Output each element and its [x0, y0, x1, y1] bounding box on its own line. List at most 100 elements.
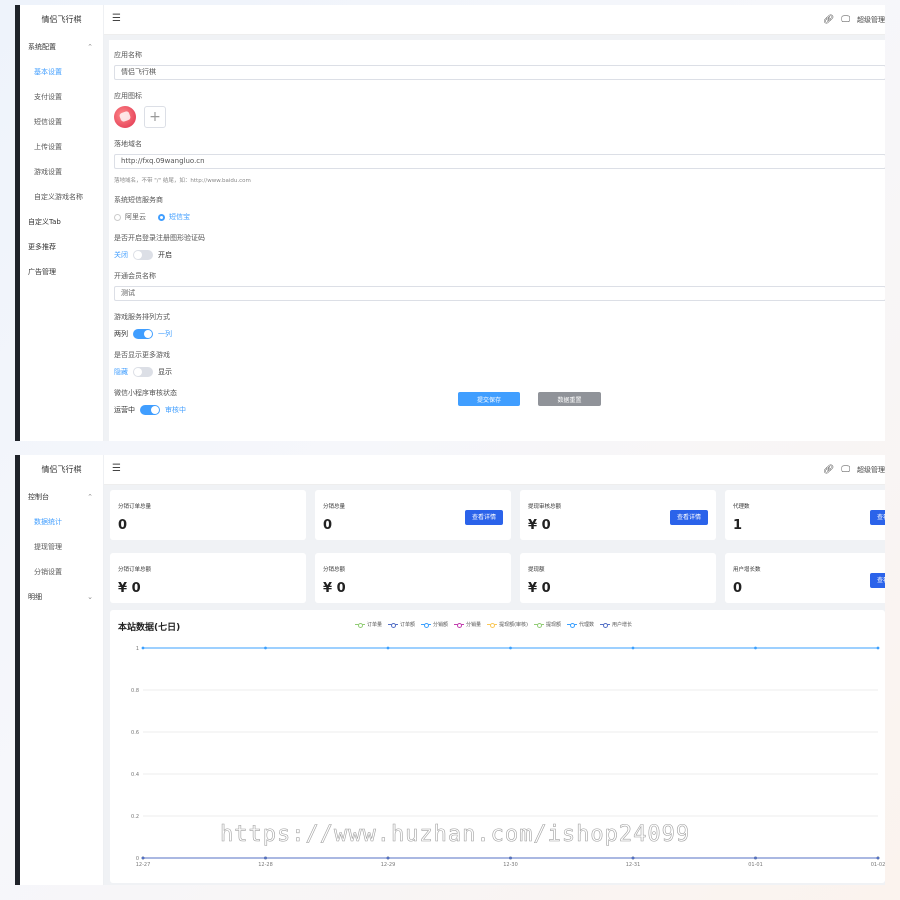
monitor-icon[interactable]: 🖵	[841, 465, 850, 475]
layout-switch[interactable]	[133, 329, 153, 339]
captcha-on-label: 开启	[158, 251, 172, 259]
more-off-label: 隐藏	[114, 368, 128, 376]
more-games-switch[interactable]	[133, 367, 153, 377]
domain-hint: 落地域名，不带 "/" 结尾，如：http://www.baidu.com	[114, 178, 251, 184]
stat-card-title: 分销订单总额	[118, 567, 152, 573]
menu-toggle-icon[interactable]: ☰	[112, 13, 121, 24]
captcha-off-label: 关闭	[114, 251, 128, 259]
app-name-input[interactable]: 情侣飞行棋	[114, 65, 885, 80]
topbar: ☰ 🔗︎ 🖵 超级管理	[104, 5, 885, 35]
stat-card-value: ¥ 0	[118, 581, 141, 596]
data-point	[141, 646, 145, 650]
domain-input[interactable]: http://fxq.09wangluo.cn	[114, 154, 885, 169]
sidebar-item[interactable]: 上传设置	[20, 135, 103, 160]
sidebar-item-label: 游戏设置	[34, 168, 62, 176]
data-point	[141, 856, 145, 860]
stat-card-value: 0	[733, 581, 743, 596]
sidebar-item[interactable]: 分销设置	[20, 560, 103, 585]
link-icon[interactable]: 🔗︎	[823, 15, 834, 25]
view-details-button[interactable]: 查看详情	[669, 510, 708, 525]
sms-provider-label: 系统短信服务商	[114, 196, 163, 204]
data-point	[386, 856, 390, 860]
sidebar-item[interactable]: 数据统计	[20, 510, 103, 535]
sidebar-item[interactable]: 支付设置	[20, 85, 103, 110]
settings-menu: 系统配置 ⌃ 基本设置 支付设置 短信设置 上传设置游戏设置自定义游戏名称自定义Tab 更多…	[20, 35, 103, 285]
data-point	[386, 646, 390, 650]
sidebar-item-label: 自定义游戏名称	[34, 193, 83, 201]
sidebar-item-label: 系统配置	[28, 43, 56, 51]
sidebar-item[interactable]: 游戏设置	[20, 160, 103, 185]
monitor-icon[interactable]: 🖵	[841, 15, 850, 25]
radio-smsbao[interactable]: 短信宝	[158, 212, 190, 222]
sidebar-item[interactable]: 更多推荐	[20, 235, 103, 260]
submit-save-button[interactable]: 提交保存	[458, 392, 520, 406]
y-tick-label: 0.6	[131, 730, 139, 736]
x-tick-label: 12-28	[258, 862, 273, 868]
data-point	[264, 646, 267, 650]
stat-card-value: 0	[118, 518, 128, 533]
stat-card: 分销总额 ¥ 0	[315, 553, 511, 603]
more-on-label: 显示	[158, 368, 172, 376]
member-name-label: 开通会员名称	[114, 272, 156, 280]
stat-card-title: 提现额	[528, 567, 545, 573]
captcha-switch-row: 关闭 开启	[114, 250, 885, 260]
sidebar-item-label: 自定义Tab	[28, 218, 61, 226]
settings-sidebar: 情侣飞行棋 系统配置 ⌃ 基本设置 支付设置 短信设置 上传设置 游戏设置 自定义游戏名称 自定…	[20, 5, 104, 441]
sidebar-item[interactable]: 自定义Tab	[20, 210, 103, 235]
reset-data-button[interactable]: 数据重置	[538, 392, 601, 406]
sidebar-item-label: 广告管理	[28, 268, 56, 276]
stat-cards: 分销订单总量0 分销总量 0 查看详情 提现审核总额 ¥ 0 查看详情 代理数1查看详分销订单…	[110, 490, 885, 603]
radio-aliyun[interactable]: 阿里云	[114, 212, 146, 222]
sidebar-item[interactable]: 系统配置 ⌃	[20, 35, 103, 60]
data-point	[509, 856, 512, 860]
view-details-button[interactable]: 查看详情	[464, 510, 503, 525]
stat-card-title: 代理数	[733, 504, 750, 510]
review-right-label: 审核中	[165, 406, 186, 414]
sidebar-item[interactable]: 明细 ⌄	[20, 585, 103, 610]
sidebar-item[interactable]: 提现管理	[20, 535, 103, 560]
topbar: ☰ 🔗︎ 🖵 超级管理	[104, 455, 885, 485]
app-brand: 情侣飞行棋	[41, 465, 82, 474]
stat-card-value: ¥ 0	[528, 581, 551, 596]
radio-aliyun-label: 阿里云	[125, 213, 146, 221]
data-point	[264, 856, 267, 860]
stat-card: 分销订单总量 0	[110, 490, 306, 540]
dashboard-menu: 控制台 ⌃ 数据统计提现管理分销设置明细 ⌄	[20, 485, 103, 610]
upload-icon-button[interactable]: +	[144, 106, 166, 128]
topbar-actions: 🔗︎ 🖵 超级管理	[823, 5, 885, 35]
sidebar-item[interactable]: 控制台 ⌃	[20, 485, 103, 510]
app-name-label: 应用名称	[114, 51, 142, 59]
y-tick-label: 1	[136, 646, 139, 652]
y-tick-label: 0.8	[131, 688, 139, 694]
dashboard-sidebar: 情侣飞行棋 控制台 ⌃ 数据统计提现管理分销设置明细 ⌄	[20, 455, 104, 885]
x-tick-label: 12-27	[136, 862, 151, 868]
sidebar-item-label: 分销设置	[34, 568, 62, 576]
stat-card-title: 用户增长数	[733, 567, 761, 573]
stat-card: 代理数 1 查看详	[725, 490, 885, 540]
app-icon-image	[114, 106, 136, 128]
sidebar-item[interactable]: 短信设置	[20, 110, 103, 135]
user-menu[interactable]: 超级管理	[857, 15, 885, 25]
x-tick-label: 12-29	[381, 862, 396, 868]
sidebar-item[interactable]: 广告管理	[20, 260, 103, 285]
sidebar-item-label: 提现管理	[34, 543, 62, 551]
x-tick-label: 01-02	[871, 862, 885, 868]
settings-window: 情侣飞行棋 系统配置 ⌃ 基本设置 支付设置 短信设置 上传设置游戏设置自定义游戏名称自定…	[15, 5, 885, 441]
sidebar-item[interactable]: 基本设置	[20, 60, 103, 85]
captcha-switch[interactable]	[133, 250, 153, 260]
stat-card-title: 分销总量	[323, 504, 346, 510]
view-details-button[interactable]: 查看详	[870, 510, 885, 525]
watermark-text: https://www.huzhan.com/ishop24099	[220, 822, 691, 848]
link-icon[interactable]: 🔗︎	[823, 465, 834, 475]
sidebar-item[interactable]: 自定义游戏名称	[20, 185, 103, 210]
user-menu[interactable]: 超级管理	[857, 465, 885, 475]
member-name-input[interactable]: 测试	[114, 286, 885, 301]
topbar-actions: 🔗︎ 🖵 超级管理	[823, 455, 885, 485]
stat-card-title: 提现审核总额	[528, 504, 562, 510]
menu-toggle-icon[interactable]: ☰	[112, 463, 121, 474]
review-switch[interactable]	[140, 405, 160, 415]
view-details-button[interactable]: 查看详	[870, 573, 885, 588]
x-tick-label: 12-31	[626, 862, 641, 868]
data-point	[876, 856, 880, 860]
basic-settings-form: 应用名称 情侣飞行棋 应用图标 + 落地域名 http://fxq.09wang…	[109, 40, 885, 441]
